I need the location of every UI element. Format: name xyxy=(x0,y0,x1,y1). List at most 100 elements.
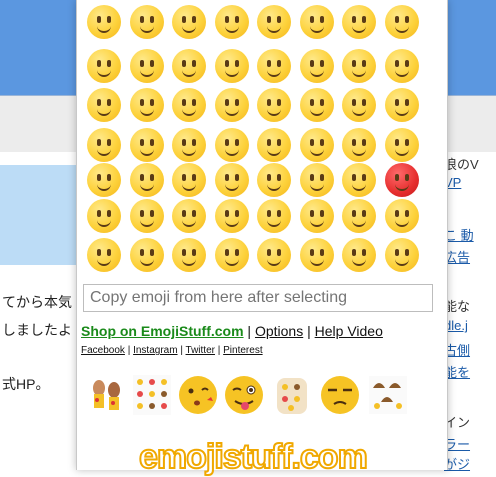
frowning-emoji[interactable] xyxy=(214,199,249,233)
scream-emoji[interactable] xyxy=(172,238,206,272)
emoji-eye xyxy=(149,249,154,256)
angry-emoji[interactable] xyxy=(342,163,376,197)
smirk-emoji[interactable] xyxy=(257,128,291,162)
grinning-emoji[interactable] xyxy=(87,5,121,39)
emoji-pattern-product[interactable] xyxy=(131,372,173,418)
hushed-emoji[interactable] xyxy=(299,238,334,272)
options-link[interactable]: Options xyxy=(255,323,303,339)
rage-emoji[interactable] xyxy=(384,163,419,197)
relaxed-emoji[interactable] xyxy=(299,49,334,83)
kissing-closed-eyes-emoji[interactable] xyxy=(257,88,291,122)
tired-emoji[interactable] xyxy=(342,199,376,233)
upside-down-emoji[interactable] xyxy=(257,49,291,83)
emoji-mouth xyxy=(394,259,409,266)
emoji-swimsuit-product[interactable] xyxy=(85,372,127,418)
emoji-eye xyxy=(362,60,366,67)
neutral-emoji[interactable] xyxy=(342,128,376,162)
innocent-emoji[interactable] xyxy=(87,49,121,83)
pinterest-link[interactable]: Pinterest xyxy=(223,345,262,356)
triumph-emoji[interactable] xyxy=(87,238,121,272)
rolling-eyes-emoji[interactable] xyxy=(129,163,164,197)
emoji-eye xyxy=(309,99,314,106)
emoji-eye xyxy=(234,16,239,23)
hugging-emoji[interactable] xyxy=(214,128,249,162)
wink-emoji[interactable] xyxy=(129,49,164,83)
popup-links: Shop on EmojiStuff.com | Options | Help … xyxy=(81,323,383,339)
fearful-emoji[interactable] xyxy=(214,238,249,272)
no-mouth-emoji[interactable] xyxy=(299,128,334,162)
help-video-link[interactable]: Help Video xyxy=(315,323,383,339)
cold-sweat-emoji[interactable] xyxy=(257,238,291,272)
twitter-link[interactable]: Twitter xyxy=(186,345,215,356)
money-mouth-emoji[interactable] xyxy=(87,128,121,162)
persevere-emoji[interactable] xyxy=(257,199,291,233)
heart-eyes-emoji[interactable] xyxy=(87,88,121,122)
unamused-emoji-pillow[interactable] xyxy=(319,372,361,418)
sidebar-text: 浪のV xyxy=(444,157,479,172)
blush-emoji[interactable] xyxy=(172,49,206,83)
stuck-out-tongue-closed-eyes-emoji[interactable] xyxy=(342,88,376,122)
emoji-eye xyxy=(404,60,409,67)
facebook-link[interactable]: Facebook xyxy=(81,345,125,356)
open-mouth-emoji[interactable] xyxy=(129,238,164,272)
weary-emoji[interactable] xyxy=(384,199,419,233)
thinking-emoji[interactable] xyxy=(172,163,206,197)
instagram-link[interactable]: Instagram xyxy=(133,345,177,356)
slightly-frowning-emoji[interactable] xyxy=(172,199,206,233)
frowning-open-mouth-emoji[interactable] xyxy=(342,238,376,272)
emoji-mouth xyxy=(224,184,239,191)
copy-emoji-input[interactable] xyxy=(83,284,433,312)
yum-emoji[interactable] xyxy=(342,49,376,83)
winking-tongue-emoji-pillow[interactable] xyxy=(223,372,265,418)
expressionless-emoji[interactable] xyxy=(384,128,419,162)
grin-emoji[interactable] xyxy=(172,5,206,39)
kissing-heart-emoji[interactable] xyxy=(129,88,164,122)
nerd-emoji[interactable] xyxy=(129,128,164,162)
emoji-backpack[interactable] xyxy=(271,372,313,418)
poop-pattern-product[interactable] xyxy=(367,372,409,418)
emoji-mouth xyxy=(97,220,111,227)
emoji-eye xyxy=(309,16,314,23)
relieved-emoji[interactable] xyxy=(384,49,419,83)
confounded-emoji[interactable] xyxy=(299,199,334,233)
joy-emoji[interactable] xyxy=(214,5,249,39)
emoji-eye xyxy=(352,139,356,146)
flushed-emoji[interactable] xyxy=(214,163,249,197)
pensive-emoji[interactable] xyxy=(87,199,121,233)
sweat-smile-emoji[interactable] xyxy=(342,5,376,39)
stuck-out-tongue-winking-emoji[interactable] xyxy=(299,88,334,122)
emoji-mouth xyxy=(267,184,281,191)
emoji-mouth xyxy=(267,220,281,227)
grimacing-emoji[interactable] xyxy=(129,5,164,39)
link-separator: | xyxy=(124,345,134,356)
disappointed-emoji[interactable] xyxy=(257,163,291,197)
worried-emoji[interactable] xyxy=(299,163,334,197)
kissing-emoji-pillow[interactable] xyxy=(177,372,219,418)
emoji-eye xyxy=(267,139,271,146)
smiley-emoji[interactable] xyxy=(257,5,291,39)
kissing-smiling-eyes-emoji[interactable] xyxy=(214,88,249,122)
anguished-emoji[interactable] xyxy=(384,238,419,272)
emoji-eye xyxy=(309,139,314,146)
sidebar-link[interactable]: こ 動 xyxy=(444,225,474,244)
sunglasses-emoji[interactable] xyxy=(172,128,206,162)
emoji-eye xyxy=(319,16,324,23)
link-separator: | xyxy=(214,345,224,356)
smile-emoji[interactable] xyxy=(299,5,334,39)
emoji-eye xyxy=(309,249,314,256)
emoji-mouth xyxy=(224,70,239,77)
shop-link[interactable]: Shop on EmojiStuff.com xyxy=(81,323,244,339)
slightly-smiling-emoji[interactable] xyxy=(214,49,249,83)
emoji-eye xyxy=(352,249,356,256)
emoji-mouth xyxy=(139,70,154,77)
kissing-emoji[interactable] xyxy=(172,88,206,122)
emojistuff-logo[interactable]: emojistuff.com xyxy=(138,437,379,477)
emoji-eye xyxy=(404,139,409,146)
confused-emoji[interactable] xyxy=(129,199,164,233)
emoji-eye xyxy=(107,99,111,106)
laughing-emoji[interactable] xyxy=(384,5,419,39)
stuck-out-tongue-emoji[interactable] xyxy=(384,88,419,122)
emoji-eye xyxy=(97,16,101,23)
emoji-eye xyxy=(97,99,101,106)
unamused-emoji[interactable] xyxy=(87,163,121,197)
